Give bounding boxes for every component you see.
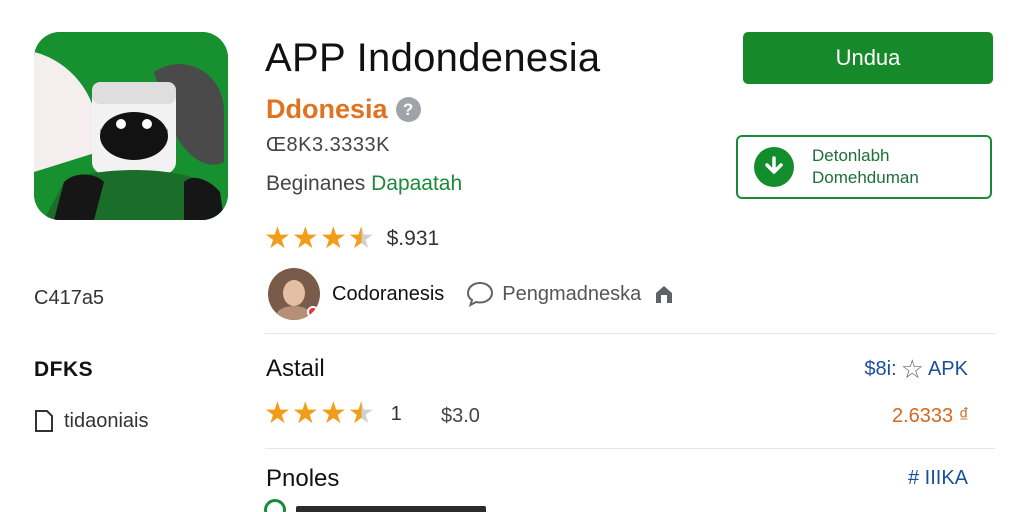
- author-name[interactable]: Codoranesis: [332, 283, 444, 306]
- rating-value: $.931: [386, 227, 440, 250]
- download-apk-button[interactable]: Detonlabh Domehduman: [736, 135, 992, 199]
- developer-link[interactable]: Ddonesia: [266, 94, 388, 125]
- section-apk-link-prefix: $8i:: [864, 357, 897, 380]
- radio-icon: [264, 499, 286, 512]
- help-icon[interactable]: ?: [395, 97, 421, 122]
- divider: [265, 448, 995, 449]
- developer-row: Ddonesia ?: [266, 94, 421, 125]
- avatar[interactable]: [268, 268, 320, 320]
- divider: [265, 333, 995, 334]
- list-item[interactable]: [264, 499, 504, 512]
- section-apk-link-label: APK: [927, 357, 968, 380]
- star-icon: ★: [264, 222, 291, 255]
- left-meta-heading: DFKS: [34, 358, 94, 381]
- document-icon: [35, 410, 53, 432]
- home-icon[interactable]: [653, 283, 675, 305]
- online-badge: [307, 306, 319, 318]
- section-rating-row: ★ ★ ★ ★ 1: [264, 397, 402, 430]
- left-meta-file[interactable]: tidaoniais: [34, 409, 149, 433]
- rating-row: ★ ★ ★ ★ $.931: [264, 222, 440, 255]
- left-meta-file-label: tidaoniais: [64, 409, 149, 432]
- star-icon: ★: [291, 222, 319, 255]
- author-row: Codoranesis Pengmadneska: [268, 268, 675, 320]
- app-mascot-icon: [34, 32, 228, 220]
- category-label: Bеginaneѕ: [266, 172, 366, 195]
- category-line: Bеginaneѕ Dapaatah: [266, 172, 462, 196]
- half-star-icon: ★: [347, 397, 375, 430]
- star-icon: ★: [291, 397, 319, 430]
- star-rating: ★ ★ ★ ★: [264, 222, 375, 255]
- section-title: Pnoles: [266, 465, 340, 492]
- star-icon: ★: [319, 222, 347, 255]
- download-label-line1: Detonlabh: [812, 146, 890, 165]
- author-status: Pengmadneska: [502, 282, 642, 305]
- section-apk-link[interactable]: $8i: ☆ APK: [864, 354, 968, 384]
- downloads-count: Œ8K3.3​333K: [266, 134, 390, 156]
- file-size: $3.0: [441, 405, 480, 427]
- star-rating: ★ ★ ★ ★: [264, 397, 375, 430]
- list-item-text: [296, 506, 486, 512]
- app-icon: [34, 32, 228, 220]
- download-icon: [754, 147, 794, 187]
- star-icon: ★: [264, 397, 291, 430]
- half-star-icon: ★: [347, 222, 375, 255]
- app-title: APP Indondenesia: [265, 36, 601, 80]
- chat-bubble-icon[interactable]: [466, 280, 494, 308]
- download-label-line2: Domehduman: [812, 168, 919, 187]
- section-title: Astail: [266, 355, 325, 382]
- download-label: Detonlabh Domehduman: [812, 145, 919, 189]
- star-icon: ★: [319, 397, 347, 430]
- install-button[interactable]: Undua: [743, 32, 993, 84]
- outline-star-icon: ☆: [900, 354, 924, 384]
- section-link[interactable]: # IIIKA: [908, 467, 968, 490]
- price: 2.6333 ₫: [892, 405, 969, 427]
- left-meta-version: C417a5: [34, 287, 105, 309]
- category-link[interactable]: Dapaatah: [371, 172, 462, 195]
- rating-count: 1: [390, 402, 402, 425]
